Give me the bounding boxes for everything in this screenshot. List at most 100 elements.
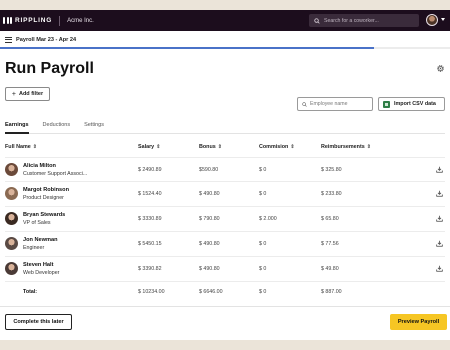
table-row[interactable]: Bryan Stewards VP of Sales $ 3330.89 $ 7… xyxy=(5,206,445,230)
employee-name: Jon Newman xyxy=(23,237,58,243)
sort-icon: ⇕ xyxy=(366,144,371,150)
progress-fill xyxy=(0,47,374,49)
payroll-period: Payroll Mar 23 - Apr 24 xyxy=(16,36,77,43)
commission-cell[interactable]: $ 0 xyxy=(259,167,266,173)
column-label: Reimbursements xyxy=(321,144,365,150)
column-header-full-name[interactable]: Full Name ⇕ xyxy=(5,144,37,150)
column-label: Bonus xyxy=(199,144,216,150)
total-commission: $ 0 xyxy=(259,289,267,295)
brand[interactable]: RIPPLING xyxy=(3,17,52,24)
column-header-reimbursements[interactable]: Reimbursements ⇕ xyxy=(321,144,371,150)
reimbursements-cell[interactable]: $ 65.80 xyxy=(321,216,339,222)
app-window: RIPPLING Acme Inc. Search for a coworker… xyxy=(0,10,450,340)
download-icon[interactable] xyxy=(436,190,443,197)
commission-cell[interactable]: $ 0 xyxy=(259,191,266,197)
salary-cell[interactable]: $ 1524.40 xyxy=(138,191,162,197)
avatar xyxy=(5,163,18,176)
total-salary: $ 10234.00 xyxy=(138,289,165,295)
search-icon xyxy=(302,101,307,107)
tab-deductions[interactable]: Deductions xyxy=(43,122,71,134)
column-label: Salary xyxy=(138,144,155,150)
top-navigation-bar: RIPPLING Acme Inc. Search for a coworker… xyxy=(0,10,450,31)
employee-role: Product Designer xyxy=(23,195,64,201)
avatar xyxy=(5,187,18,200)
avatar xyxy=(5,237,18,250)
tab-settings[interactable]: Settings xyxy=(84,122,104,134)
sort-icon: ⇕ xyxy=(217,144,222,150)
total-label: Total: xyxy=(23,289,38,295)
company-name[interactable]: Acme Inc. xyxy=(67,18,94,24)
menu-icon[interactable] xyxy=(5,36,12,43)
gear-icon[interactable] xyxy=(436,64,445,73)
payroll-tabs: Earnings Deductions Settings xyxy=(5,122,445,134)
employee-name: Margot Robinson xyxy=(23,187,69,193)
commission-cell[interactable]: $ 0 xyxy=(259,266,266,272)
bonus-cell[interactable]: $ 490.80 xyxy=(199,241,220,247)
employee-name-input[interactable]: Employee name xyxy=(297,97,373,111)
user-avatar[interactable] xyxy=(426,14,438,26)
preview-payroll-button[interactable]: Preview Payroll xyxy=(390,314,447,330)
commission-cell[interactable]: $ 2.000 xyxy=(259,216,277,222)
sort-icon: ⇕ xyxy=(156,144,161,150)
employee-name: Alicia Milton xyxy=(23,163,56,169)
total-bonus: $ 6646.00 xyxy=(199,289,223,295)
employee-role: Web Developer xyxy=(23,270,60,276)
column-header-bonus[interactable]: Bonus ⇕ xyxy=(199,144,222,150)
spreadsheet-icon xyxy=(383,100,390,108)
footer-bar: Complete this later Preview Payroll xyxy=(0,306,450,340)
avatar xyxy=(5,212,18,225)
download-icon[interactable] xyxy=(436,166,443,173)
salary-cell[interactable]: $ 2490.89 xyxy=(138,167,162,173)
employee-role: VP of Sales xyxy=(23,220,51,226)
add-filter-button[interactable]: + Add filter xyxy=(5,87,50,101)
total-reimbursements: $ 887.00 xyxy=(321,289,342,295)
table-row[interactable]: Steven Halt Web Developer $ 3390.82 $ 49… xyxy=(5,256,445,280)
reimbursements-cell[interactable]: $ 77.56 xyxy=(321,241,339,247)
tab-earnings[interactable]: Earnings xyxy=(5,122,29,134)
download-icon[interactable] xyxy=(436,265,443,272)
payroll-progress-bar xyxy=(0,47,450,49)
search-placeholder: Search for a coworker... xyxy=(324,17,379,24)
salary-cell[interactable]: $ 3390.82 xyxy=(138,266,162,272)
employee-name-placeholder: Employee name xyxy=(310,101,348,107)
table-row[interactable]: Jon Newman Engineer $ 5450.15 $ 490.80 $… xyxy=(5,231,445,255)
brand-divider xyxy=(59,15,61,26)
employee-name: Steven Halt xyxy=(23,262,54,268)
salary-cell[interactable]: $ 5450.15 xyxy=(138,241,162,247)
employee-name: Bryan Stewards xyxy=(23,212,66,218)
reimbursements-cell[interactable]: $ 49.80 xyxy=(321,266,339,272)
import-csv-button[interactable]: Import CSV data xyxy=(378,97,445,111)
complete-later-button[interactable]: Complete this later xyxy=(5,314,72,330)
chevron-down-icon[interactable] xyxy=(441,18,445,21)
table-row[interactable]: Margot Robinson Product Designer $ 1524.… xyxy=(5,181,445,205)
totals-row: Total: $ 10234.00 $ 6646.00 $ 0 $ 887.00 xyxy=(5,281,445,301)
salary-cell[interactable]: $ 3330.89 xyxy=(138,216,162,222)
employee-role: Customer Support Associ... xyxy=(23,171,88,177)
add-filter-label: Add filter xyxy=(18,91,44,97)
table-row[interactable]: Alicia Milton Customer Support Associ...… xyxy=(5,157,445,181)
bonus-cell[interactable]: $ 490.80 xyxy=(199,191,220,197)
bonus-cell[interactable]: $590.80 xyxy=(199,167,218,173)
rippling-logo-icon xyxy=(3,17,12,24)
bonus-cell[interactable]: $ 490.80 xyxy=(199,266,220,272)
column-label: Commision xyxy=(259,144,289,150)
plus-icon: + xyxy=(11,90,16,98)
column-header-commission[interactable]: Commision ⇕ xyxy=(259,144,295,150)
reimbursements-cell[interactable]: $ 325.80 xyxy=(321,167,342,173)
sort-icon: ⇕ xyxy=(32,144,37,150)
bonus-cell[interactable]: $ 790.80 xyxy=(199,216,220,222)
sort-icon: ⇕ xyxy=(290,144,295,150)
download-icon[interactable] xyxy=(436,215,443,222)
brand-name: RIPPLING xyxy=(15,17,53,24)
column-header-salary[interactable]: Salary ⇕ xyxy=(138,144,160,150)
page-title: Run Payroll xyxy=(5,60,94,77)
import-csv-label: Import CSV data xyxy=(394,101,436,107)
download-icon[interactable] xyxy=(436,240,443,247)
avatar xyxy=(5,262,18,275)
commission-cell[interactable]: $ 0 xyxy=(259,241,266,247)
employee-role: Engineer xyxy=(23,245,45,251)
reimbursements-cell[interactable]: $ 233.80 xyxy=(321,191,342,197)
coworker-search[interactable]: Search for a coworker... xyxy=(309,14,419,27)
column-label: Full Name xyxy=(5,144,31,150)
table-header: Full Name ⇕ Salary ⇕ Bonus ⇕ Commision ⇕ Rei… xyxy=(5,144,445,154)
